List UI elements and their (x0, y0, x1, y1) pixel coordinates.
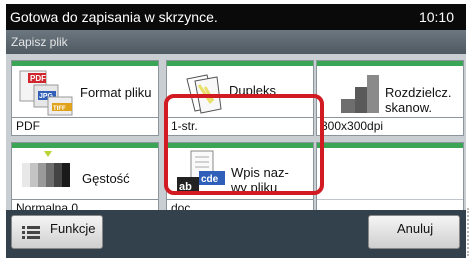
density-icon (22, 151, 70, 187)
panel-screen: Gotowa do zapisania w skrzynce. 10:10 Za… (6, 4, 466, 258)
tile-label: Format pliku (80, 85, 152, 100)
selection-highlight (164, 94, 324, 195)
tile-accent-bar (317, 61, 463, 66)
screen-title-bar: Zapisz plik (6, 30, 466, 54)
cancel-label: Anuluj (397, 221, 434, 236)
tile-label: Gęstość (82, 171, 130, 186)
tile-value: PDF (12, 117, 158, 135)
resolution-icon (341, 75, 379, 113)
tile-label: Rozdzielcz. skanow. (385, 85, 452, 115)
tile-accent-bar (12, 61, 158, 66)
functions-button[interactable]: Funkcje (11, 215, 103, 249)
tile-empty (316, 142, 464, 218)
tile-scan-resolution[interactable]: Rozdzielcz. skanow. 300x300dpi (316, 60, 464, 136)
tile-file-format[interactable]: PDF JPG TIFF Format pliku PDF (11, 60, 159, 136)
menu-list-icon (22, 226, 40, 239)
tile-value: 300x300dpi (317, 117, 463, 135)
status-time: 10:10 (418, 9, 454, 25)
tile-accent-bar (167, 61, 313, 66)
status-bar: Gotowa do zapisania w skrzynce. 10:10 (6, 4, 466, 30)
pdf-badge: PDF (30, 74, 46, 83)
tile-accent-bar (317, 143, 463, 148)
screen-title: Zapisz plik (11, 35, 68, 49)
tile-accent-bar (12, 143, 158, 148)
bottom-toolbar: Funkcje Anuluj (6, 210, 466, 258)
tile-density[interactable]: Gęstość Normalna 0 (11, 142, 159, 218)
cancel-button[interactable]: Anuluj (368, 215, 460, 249)
file-format-icon: PDF JPG TIFF (19, 70, 73, 116)
status-message: Gotowa do zapisania w skrzynce. (10, 9, 218, 25)
functions-label: Funkcje (50, 221, 96, 236)
tiff-badge: TIFF (53, 106, 66, 112)
edge-dots (467, 208, 473, 256)
settings-panel: PDF JPG TIFF Format pliku PDF Dupleks 1-… (6, 54, 466, 218)
